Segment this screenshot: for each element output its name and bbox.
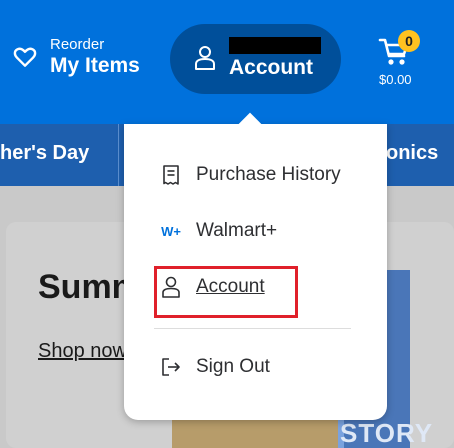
cart-button[interactable]: 0 $0.00 [374,30,424,90]
reorder-label: Reorder [50,36,105,53]
nav-divider [118,124,119,186]
redacted-user-name [229,37,321,54]
menu-item-label: Walmart+ [196,220,278,241]
cart-total: $0.00 [379,72,412,87]
menu-item-label: Purchase History [196,164,341,185]
menu-divider [154,328,351,329]
menu-item-sign-out[interactable]: Sign Out [160,356,270,378]
menu-item-label: Sign Out [196,356,270,377]
menu-item-walmart-plus[interactable]: W+ Walmart+ [160,220,277,242]
receipt-icon [160,164,182,186]
book-cover-text: STORY [340,418,434,448]
highlight-box [154,266,298,318]
walmart-plus-icon-text: W+ [161,223,181,239]
nav-item-electronics[interactable]: onics [386,142,438,165]
site-header: Reorder My Items Account 0 $0.00 [0,0,454,124]
person-icon [195,46,215,70]
reorder-my-items-button[interactable]: Reorder My Items [12,36,140,78]
walmart-plus-icon: W+ [160,220,182,242]
sign-out-icon [160,356,182,378]
heart-icon [13,47,37,67]
my-items-label: My Items [50,54,140,77]
account-dropdown-menu: Purchase History W+ Walmart+ Account Sig… [124,124,387,420]
account-label: Account [229,56,313,79]
cart-count-badge: 0 [398,30,420,52]
nav-item-fathers-day[interactable]: her's Day [0,142,89,165]
shop-now-link[interactable]: Shop now [38,340,127,363]
menu-item-purchase-history[interactable]: Purchase History [160,164,341,186]
account-button[interactable]: Account [170,24,341,94]
